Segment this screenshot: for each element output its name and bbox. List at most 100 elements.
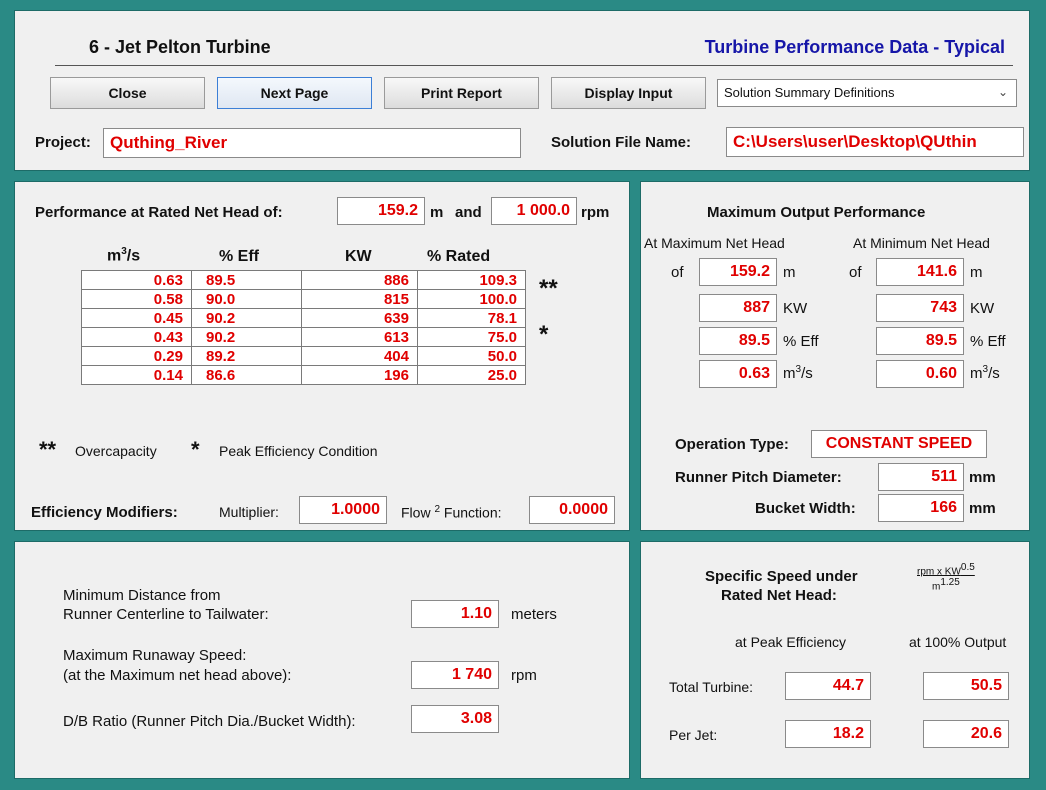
min-flow-field[interactable]: 0.60: [876, 360, 964, 388]
close-button[interactable]: Close: [50, 77, 205, 109]
header-panel: 6 - Jet Pelton Turbine Turbine Performan…: [14, 10, 1030, 171]
rated-cell: 100.0: [417, 289, 526, 309]
solution-file-field[interactable]: C:\Users\user\Desktop\QUthin: [726, 127, 1024, 157]
table-row: 0.45 90.2 639 78.1: [81, 308, 526, 328]
overcapacity-marker: **: [539, 275, 558, 302]
per-jet-label: Per Jet:: [669, 727, 718, 743]
jet-100-field[interactable]: 20.6: [923, 720, 1009, 748]
and-label: and: [455, 204, 482, 221]
eff-cell: 90.2: [191, 327, 302, 347]
min-eff-field[interactable]: 89.5: [876, 327, 964, 355]
min-head-unit: m: [970, 264, 983, 281]
max-eff-field[interactable]: 89.5: [699, 327, 777, 355]
eff-cell: 90.2: [191, 308, 302, 328]
kw-cell: 196: [301, 365, 418, 385]
head-unit: m: [430, 204, 444, 221]
print-report-button[interactable]: Print Report: [384, 77, 539, 109]
rated-rpm-field[interactable]: 1 000.0: [491, 197, 577, 225]
efficiency-modifiers-label: Efficiency Modifiers:: [31, 504, 178, 521]
col-kw-header: KW: [345, 248, 372, 265]
flow-function-field[interactable]: 0.0000: [529, 496, 615, 524]
runaway-speed-field[interactable]: 1 740: [411, 661, 499, 689]
total-peak-field[interactable]: 44.7: [785, 672, 871, 700]
col-flow-header: m3/s: [107, 246, 141, 265]
peak-efficiency-marker: *: [539, 321, 549, 348]
min-distance-field[interactable]: 1.10: [411, 600, 499, 628]
runner-pitch-label: Runner Pitch Diameter:: [675, 469, 842, 486]
project-label: Project:: [35, 134, 91, 151]
max-flow-unit: m3/s: [783, 364, 813, 382]
eff-cell: 90.0: [191, 289, 302, 309]
next-page-button[interactable]: Next Page: [217, 77, 372, 109]
eff-cell: 86.6: [191, 365, 302, 385]
eff-cell: 89.5: [191, 270, 302, 290]
multiplier-field[interactable]: 1.0000: [299, 496, 387, 524]
max-of-label: of: [671, 264, 684, 281]
db-ratio-label: D/B Ratio (Runner Pitch Dia./Bucket Widt…: [63, 713, 356, 730]
db-ratio-field[interactable]: 3.08: [411, 705, 499, 733]
min-eff-unit: % Eff: [970, 333, 1006, 350]
kw-cell: 613: [301, 327, 418, 347]
max-output-heading: Maximum Output Performance: [707, 204, 926, 221]
min-distance-line1: Minimum Distance from: [63, 587, 221, 604]
legend-overcapacity-text: Overcapacity: [75, 443, 157, 459]
table-row: 0.43 90.2 613 75.0: [81, 327, 526, 347]
max-output-panel: Maximum Output Performance At Maximum Ne…: [640, 181, 1030, 531]
max-kw-field[interactable]: 887: [699, 294, 777, 322]
runaway-line1: Maximum Runaway Speed:: [63, 647, 247, 664]
bucket-width-unit: mm: [969, 500, 996, 517]
table-row: 0.63 89.5 886 109.3: [81, 270, 526, 290]
rated-cell: 75.0: [417, 327, 526, 347]
col-rated-header: % Rated: [427, 248, 491, 265]
min-head-field[interactable]: 141.6: [876, 258, 964, 286]
kw-cell: 815: [301, 289, 418, 309]
total-turbine-label: Total Turbine:: [669, 679, 754, 695]
setting-panel: Minimum Distance from Runner Centerline …: [14, 541, 630, 779]
specific-speed-heading-1: Specific Speed under: [705, 568, 858, 585]
flow-cell: 0.58: [81, 289, 192, 309]
turbine-title: 6 - Jet Pelton Turbine: [89, 37, 271, 57]
rated-head-field[interactable]: 159.2: [337, 197, 425, 225]
performance-table: 0.63 89.5 886 109.3 0.58 90.0 815 100.0 0.45 90.2…: [81, 270, 526, 385]
col-100-label: at 100% Output: [909, 634, 1007, 650]
max-head-field[interactable]: 159.2: [699, 258, 777, 286]
bucket-width-label: Bucket Width:: [755, 500, 856, 517]
col-peak-label: at Peak Efficiency: [735, 634, 847, 650]
legend-single-star: *: [191, 437, 200, 462]
table-row: 0.29 89.2 404 50.0: [81, 346, 526, 366]
specific-speed-formula: rpm x KW0.5 m1.25: [917, 562, 975, 593]
specific-speed-panel: Specific Speed under Rated Net Head: rpm…: [640, 541, 1030, 779]
runner-pitch-unit: mm: [969, 469, 996, 486]
total-100-field[interactable]: 50.5: [923, 672, 1009, 700]
max-kw-unit: KW: [783, 300, 808, 317]
min-kw-field[interactable]: 743: [876, 294, 964, 322]
max-head-unit: m: [783, 264, 796, 281]
col-max-head-label: At Maximum Net Head: [644, 235, 785, 251]
operation-type-field[interactable]: CONSTANT SPEED: [811, 430, 987, 458]
header-divider: [55, 65, 1013, 66]
min-flow-unit: m3/s: [970, 364, 1000, 382]
solution-summary-dropdown[interactable]: Solution Summary Definitions ⌄: [717, 79, 1017, 107]
legend-peak-text: Peak Efficiency Condition: [219, 443, 378, 459]
min-kw-unit: KW: [970, 300, 995, 317]
rated-cell: 78.1: [417, 308, 526, 328]
project-field[interactable]: Quthing_River: [103, 128, 521, 158]
performance-panel: Performance at Rated Net Head of: 159.2 …: [14, 181, 630, 531]
solution-file-label: Solution File Name:: [551, 134, 692, 151]
flow-cell: 0.63: [81, 270, 192, 290]
min-distance-line2: Runner Centerline to Tailwater:: [63, 606, 269, 623]
bucket-width-field[interactable]: 166: [878, 494, 964, 522]
performance-heading: Performance at Rated Net Head of:: [35, 204, 283, 221]
display-input-button[interactable]: Display Input: [551, 77, 706, 109]
jet-peak-field[interactable]: 18.2: [785, 720, 871, 748]
flow-cell: 0.14: [81, 365, 192, 385]
max-flow-field[interactable]: 0.63: [699, 360, 777, 388]
min-of-label: of: [849, 264, 862, 281]
dropdown-value: Solution Summary Definitions: [724, 85, 895, 100]
table-row: 0.14 86.6 196 25.0: [81, 365, 526, 385]
flow-cell: 0.43: [81, 327, 192, 347]
runaway-line2: (at the Maximum net head above):: [63, 667, 292, 684]
chevron-down-icon: ⌄: [997, 85, 1008, 99]
runner-pitch-field[interactable]: 511: [878, 463, 964, 491]
kw-cell: 886: [301, 270, 418, 290]
